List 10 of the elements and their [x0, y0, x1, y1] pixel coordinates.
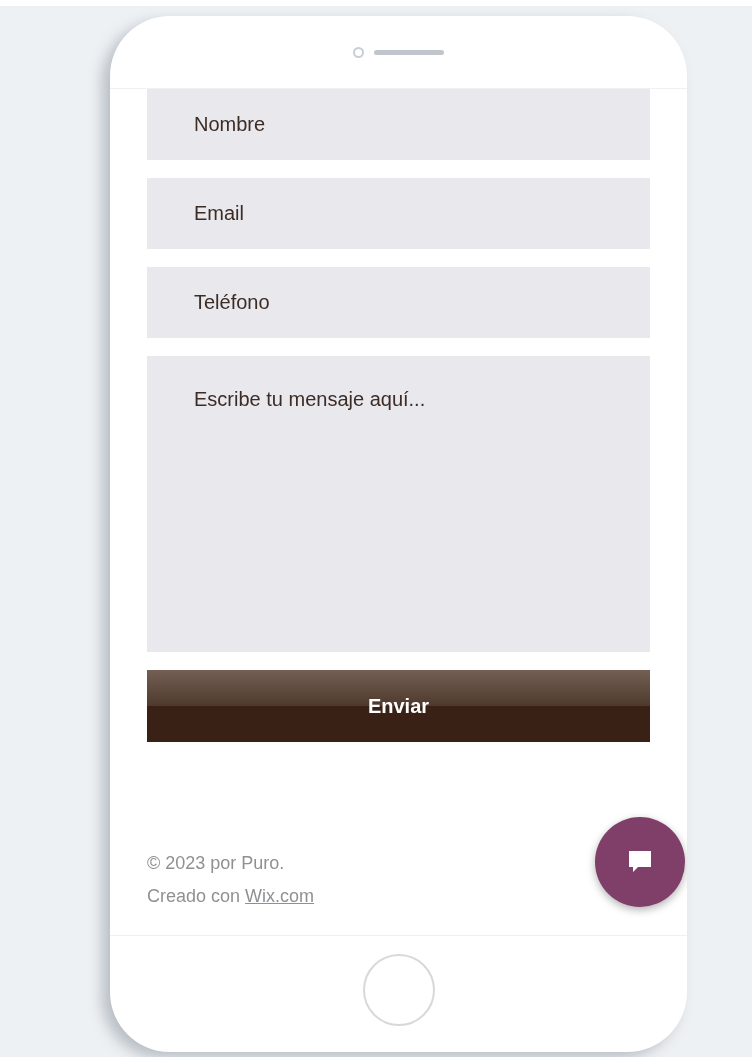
- input-field[interactable]: Teléfono: [147, 267, 650, 338]
- camera-icon: [353, 46, 364, 58]
- submit-button[interactable]: Enviar: [147, 670, 650, 742]
- input-field[interactable]: Nombre: [147, 89, 650, 160]
- copyright-text: © 2023 por Puro.: [147, 852, 286, 875]
- speaker-icon: [374, 49, 444, 55]
- chat-button[interactable]: [595, 817, 685, 907]
- credit-text: Creado con Wix.com: [147, 885, 315, 908]
- input-field[interactable]: Email: [147, 178, 650, 249]
- message-field[interactable]: Escribe tu mensaje aquí...: [147, 356, 650, 652]
